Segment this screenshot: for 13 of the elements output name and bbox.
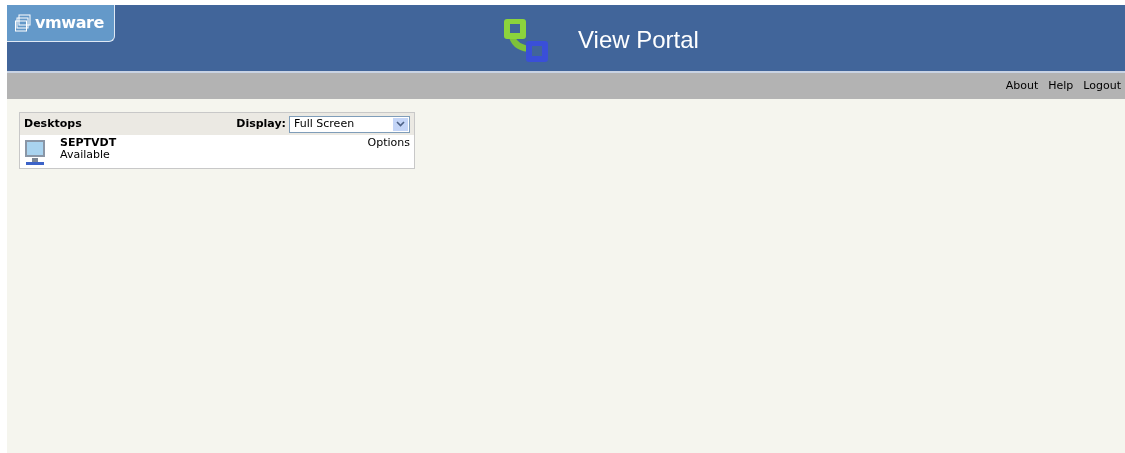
portal-title: View Portal <box>578 25 699 55</box>
desktop-name[interactable]: SEPTVDT <box>60 137 117 149</box>
options-link[interactable]: Options <box>367 137 410 149</box>
nav-link[interactable]: Logout <box>1083 77 1121 95</box>
desktop-status: Available <box>60 149 111 161</box>
nav-link[interactable]: Help <box>1048 77 1074 95</box>
stacked-squares-icon <box>15 14 31 32</box>
monitor-icon <box>24 139 46 168</box>
display-label: Display: <box>236 115 286 132</box>
display-select[interactable]: Full Screen <box>289 115 410 133</box>
nav-link[interactable]: About <box>1005 77 1039 95</box>
logo-text: vmware <box>35 12 105 34</box>
panel-heading: Desktops <box>24 115 82 132</box>
